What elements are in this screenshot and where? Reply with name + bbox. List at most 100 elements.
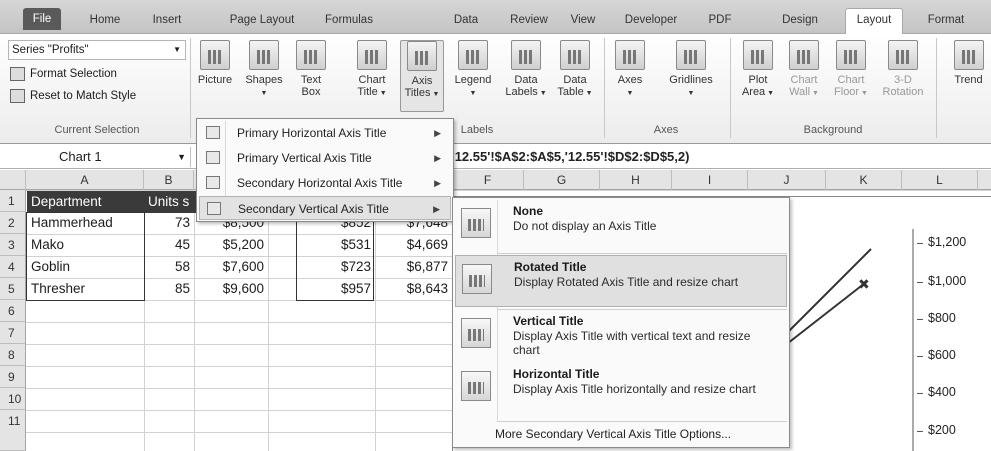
cell-b1[interactable]: Units s xyxy=(144,191,196,213)
no-axis-title-icon xyxy=(461,208,491,238)
cell-a1[interactable]: Department xyxy=(27,191,144,213)
name-box[interactable]: Chart 1 ▼ xyxy=(1,147,191,167)
gridlines-icon xyxy=(676,40,706,70)
data-table-button[interactable]: Data Table ▼ xyxy=(552,40,598,112)
more-secondary-vertical-axis-title-options[interactable]: More Secondary Vertical Axis Title Optio… xyxy=(455,423,787,445)
row-header-6[interactable]: 6 xyxy=(0,300,26,322)
plot-area-button[interactable]: Plot Area ▼ xyxy=(738,40,778,112)
column-header-k[interactable]: K xyxy=(826,170,902,190)
text-box-button[interactable]: Text Box xyxy=(291,40,331,112)
column-header-f[interactable]: F xyxy=(452,170,524,190)
menu-item-secondary-vertical-axis-title[interactable]: Secondary Vertical Axis Title ▶ xyxy=(199,196,451,220)
chart-title-button[interactable]: Chart Title ▼ xyxy=(350,40,394,112)
cell-b2[interactable]: 73 xyxy=(144,212,194,234)
axis-tick-label: $400 xyxy=(928,385,956,399)
3d-rotation-button[interactable]: 3-D Rotation xyxy=(878,40,928,112)
picture-button[interactable]: Picture xyxy=(193,40,237,112)
menu-item-secondary-horizontal-axis-title[interactable]: Secondary Horizontal Axis Title ▶ xyxy=(199,171,451,195)
tab-developer[interactable]: Developer xyxy=(618,9,684,34)
row-header-1[interactable]: 1 xyxy=(0,190,26,212)
tab-design[interactable]: Design xyxy=(775,9,825,34)
tab-file[interactable]: File xyxy=(23,8,61,30)
column-header-b[interactable]: B xyxy=(144,170,194,190)
cell-e4[interactable]: $6,877 xyxy=(375,256,452,278)
data-labels-button[interactable]: Data Labels ▼ xyxy=(503,40,549,112)
column-header-a[interactable]: A xyxy=(26,170,144,190)
menu-separator xyxy=(497,253,787,254)
chart-floor-button[interactable]: Chart Floor ▼ xyxy=(830,40,872,112)
ribbon-tab-bar: File Home Insert Page Layout Formulas Da… xyxy=(0,0,991,34)
row-header-3[interactable]: 3 xyxy=(0,234,26,256)
tab-layout[interactable]: Layout xyxy=(845,8,903,34)
column-header-i[interactable]: I xyxy=(672,170,748,190)
menu-item-primary-horizontal-axis-title[interactable]: Primary Horizontal Axis Title ▶ xyxy=(199,121,451,145)
option-none[interactable]: None Do not display an Axis Title xyxy=(455,200,787,252)
shapes-button[interactable]: Shapes ▼ xyxy=(240,40,288,112)
axes-label: Axes xyxy=(617,74,643,86)
chart-wall-button[interactable]: Chart Wall ▼ xyxy=(784,40,824,112)
formula-input[interactable]: ,'12.55'!$A$2:$A$5,'12.55'!$D$2:$D$5,2) xyxy=(448,147,689,167)
data-labels-icon xyxy=(511,40,541,70)
row-header-2[interactable]: 2 xyxy=(0,212,26,234)
chart-floor-label-1: Chart xyxy=(837,74,865,86)
tab-review[interactable]: Review xyxy=(504,9,554,34)
source-range-a2-a5 xyxy=(26,212,145,301)
cell-b3[interactable]: 45 xyxy=(144,234,194,256)
row-header-4[interactable]: 4 xyxy=(0,256,26,278)
axes-button[interactable]: Axes ▼ xyxy=(610,40,650,112)
format-selection-icon xyxy=(10,67,25,81)
axis-titles-button[interactable]: Axis Titles ▼ xyxy=(400,40,444,112)
row-header-7[interactable]: 7 xyxy=(0,322,26,344)
tab-data[interactable]: Data xyxy=(448,9,484,34)
option-vertical-title[interactable]: Vertical Title Display Axis Title with v… xyxy=(455,310,787,362)
reset-style-icon xyxy=(10,89,25,103)
reset-to-match-style-button[interactable]: Reset to Match Style xyxy=(8,86,136,106)
cell-c4[interactable]: $7,600 xyxy=(194,256,268,278)
data-table-label-2: Table xyxy=(557,86,584,98)
column-header-j[interactable]: J xyxy=(748,170,826,190)
tab-page-layout[interactable]: Page Layout xyxy=(222,9,302,34)
tab-pdf[interactable]: PDF xyxy=(703,9,737,34)
tab-format[interactable]: Format xyxy=(918,9,974,34)
axes-icon xyxy=(615,40,645,70)
column-header-h[interactable]: H xyxy=(600,170,672,190)
legend-button[interactable]: Legend ▼ xyxy=(452,40,494,112)
option-rotated-title[interactable]: Rotated Title Display Rotated Axis Title… xyxy=(455,255,787,307)
horizontal-axis-icon xyxy=(206,126,220,139)
tab-formulas[interactable]: Formulas xyxy=(318,9,380,34)
row-header-5[interactable]: 5 xyxy=(0,278,26,300)
cell-c3[interactable]: $5,200 xyxy=(194,234,268,256)
gridlines-button[interactable]: Gridlines ▼ xyxy=(660,40,722,112)
column-header-g[interactable]: G xyxy=(524,170,600,190)
secondary-vertical-axis-icon xyxy=(207,202,221,215)
cell-b4[interactable]: 58 xyxy=(144,256,194,278)
tab-insert[interactable]: Insert xyxy=(145,9,189,34)
menu-item-label: Primary Horizontal Axis Title xyxy=(237,126,387,140)
option-horizontal-title[interactable]: Horizontal Title Display Axis Title hori… xyxy=(455,363,787,415)
cell-b5[interactable]: 85 xyxy=(144,278,194,300)
format-selection-button[interactable]: Format Selection xyxy=(8,64,117,84)
text-box-icon xyxy=(296,40,326,70)
row-header-9[interactable]: 9 xyxy=(0,366,26,388)
legend-icon xyxy=(458,40,488,70)
chart-element-selector[interactable]: Series "Profits" ▼ xyxy=(8,40,186,60)
tab-home[interactable]: Home xyxy=(80,9,130,34)
tab-view[interactable]: View xyxy=(563,9,603,34)
menu-item-primary-vertical-axis-title[interactable]: Primary Vertical Axis Title ▶ xyxy=(199,146,451,170)
axis-titles-menu: Primary Horizontal Axis Title ▶ Primary … xyxy=(196,118,454,222)
cell-c5[interactable]: $9,600 xyxy=(194,278,268,300)
plot-area-label-2: Area xyxy=(741,86,766,98)
cell-e5[interactable]: $8,643 xyxy=(375,278,452,300)
row-header-11[interactable]: 11 xyxy=(0,410,26,451)
column-header-l[interactable]: L xyxy=(902,170,978,190)
series-marker-x: ✖ xyxy=(858,277,870,293)
name-box-value: Chart 1 xyxy=(59,149,102,164)
menu-item-label: Primary Vertical Axis Title xyxy=(237,151,372,165)
row-header-8[interactable]: 8 xyxy=(0,344,26,366)
row-header-10[interactable]: 10 xyxy=(0,388,26,410)
select-all-corner[interactable] xyxy=(0,170,26,190)
group-separator xyxy=(730,38,731,138)
rotation-label-1: 3-D xyxy=(894,74,912,86)
trendline-button[interactable]: Trend xyxy=(946,40,991,112)
cell-e3[interactable]: $4,669 xyxy=(375,234,452,256)
